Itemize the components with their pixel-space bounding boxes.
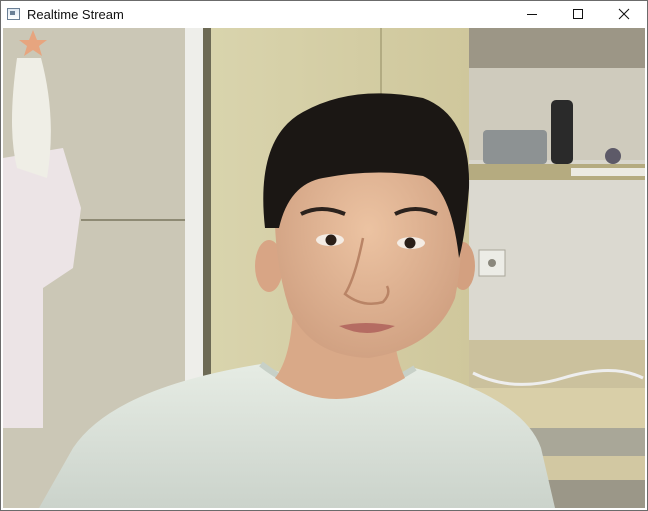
title-bar[interactable]: Realtime Stream [1, 1, 647, 27]
close-button[interactable] [601, 1, 647, 27]
white-panel [185, 28, 203, 383]
maximize-button[interactable] [555, 1, 601, 27]
app-window-icon [7, 8, 20, 20]
video-stream-frame [3, 28, 645, 508]
window-controls [509, 1, 647, 27]
minimize-icon [527, 14, 537, 15]
hanging-towel [12, 58, 51, 178]
app-window: Realtime Stream [0, 0, 648, 511]
shelf-object [483, 130, 547, 164]
maximize-icon [573, 9, 583, 19]
webcam-image [3, 28, 645, 508]
window-title: Realtime Stream [27, 6, 124, 22]
shelf-speaker [551, 100, 573, 164]
minimize-button[interactable] [509, 1, 555, 27]
close-icon [618, 8, 630, 20]
